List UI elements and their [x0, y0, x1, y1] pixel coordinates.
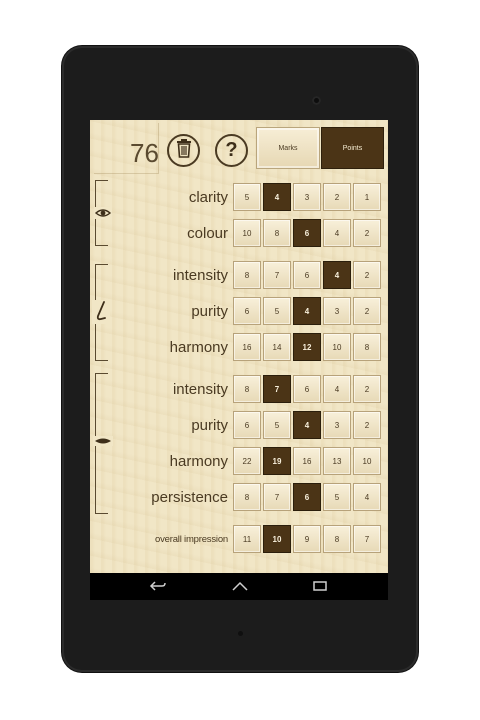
score-option[interactable]: 16 — [233, 333, 261, 361]
score-option-selected[interactable]: 6 — [293, 219, 321, 247]
eye-icon — [94, 207, 112, 219]
criterion-label: colour — [187, 224, 228, 242]
score-option[interactable]: 8 — [263, 219, 291, 247]
criterion-label: purity — [191, 416, 228, 434]
score-option[interactable]: 4 — [323, 375, 351, 403]
score-option[interactable]: 2 — [323, 183, 351, 211]
score-option[interactable]: 2 — [353, 261, 381, 289]
score-option[interactable]: 10 — [323, 333, 351, 361]
score-option[interactable]: 5 — [233, 183, 261, 211]
score-option[interactable]: 2 — [353, 219, 381, 247]
score-option[interactable]: 7 — [263, 261, 291, 289]
score-option-selected[interactable]: 4 — [263, 183, 291, 211]
criterion-label: clarity — [188, 188, 228, 206]
score-option-selected[interactable]: 12 — [293, 333, 321, 361]
criterion-label: intensity — [172, 380, 228, 398]
score-option-selected[interactable]: 4 — [323, 261, 351, 289]
nose-icon — [92, 300, 110, 324]
score-option-selected[interactable]: 4 — [293, 411, 321, 439]
score-option[interactable]: 2 — [353, 411, 381, 439]
score-option[interactable]: 6 — [233, 297, 261, 325]
score-option[interactable]: 5 — [323, 483, 351, 511]
score-option[interactable]: 2 — [353, 297, 381, 325]
score-option[interactable]: 8 — [233, 375, 261, 403]
system-navigation-bar — [90, 573, 388, 600]
score-option[interactable]: 6 — [233, 411, 261, 439]
marks-mode-button[interactable]: Marks — [256, 127, 320, 169]
criterion-label: intensity — [172, 266, 228, 284]
trash-icon — [175, 138, 193, 163]
score-option[interactable]: 2 — [353, 375, 381, 403]
score-option[interactable]: 11 — [233, 525, 261, 553]
criterion-label: purity — [191, 302, 228, 320]
score-option[interactable]: 4 — [353, 483, 381, 511]
score-option-selected[interactable]: 10 — [263, 525, 291, 553]
criterion-label: overall impression — [155, 533, 228, 545]
score-option[interactable]: 7 — [263, 483, 291, 511]
score-option[interactable]: 14 — [263, 333, 291, 361]
score-option[interactable]: 6 — [293, 375, 321, 403]
score-option[interactable]: 22 — [233, 447, 261, 475]
score-option-selected[interactable]: 7 — [263, 375, 291, 403]
help-button[interactable]: ? — [215, 134, 248, 167]
score-option[interactable]: 8 — [353, 333, 381, 361]
score-option[interactable]: 8 — [233, 261, 261, 289]
notification-light — [238, 631, 243, 636]
total-score: 76 — [130, 138, 159, 168]
score-option[interactable]: 5 — [263, 297, 291, 325]
score-option[interactable]: 3 — [293, 183, 321, 211]
score-option[interactable]: 6 — [293, 261, 321, 289]
score-option[interactable]: 9 — [293, 525, 321, 553]
score-option[interactable]: 8 — [233, 483, 261, 511]
score-option[interactable]: 16 — [293, 447, 321, 475]
score-option[interactable]: 8 — [323, 525, 351, 553]
question-mark-icon: ? — [225, 139, 238, 161]
criterion-label: harmony — [169, 452, 228, 470]
score-option[interactable]: 4 — [323, 219, 351, 247]
score-option-selected[interactable]: 6 — [293, 483, 321, 511]
criterion-label: harmony — [169, 338, 228, 356]
score-option[interactable]: 7 — [353, 525, 381, 553]
score-option[interactable]: 10 — [353, 447, 381, 475]
score-option[interactable]: 3 — [323, 297, 351, 325]
score-panel: 76 — [94, 123, 159, 174]
criterion-label: persistence — [151, 488, 228, 506]
delete-button[interactable] — [167, 134, 200, 167]
score-option-selected[interactable]: 4 — [293, 297, 321, 325]
recent-apps-icon[interactable] — [310, 578, 330, 594]
score-option[interactable]: 10 — [233, 219, 261, 247]
app-screen: 76 ? Marks Points clarity 5 4 3 2 1 colo… — [90, 120, 388, 573]
home-icon[interactable] — [230, 578, 250, 594]
front-camera — [312, 96, 321, 105]
back-icon[interactable] — [148, 578, 168, 594]
points-mode-button[interactable]: Points — [321, 127, 384, 169]
score-option-selected[interactable]: 19 — [263, 447, 291, 475]
mouth-icon — [93, 436, 113, 446]
score-option[interactable]: 5 — [263, 411, 291, 439]
score-option[interactable]: 13 — [323, 447, 351, 475]
score-option[interactable]: 1 — [353, 183, 381, 211]
score-option[interactable]: 3 — [323, 411, 351, 439]
